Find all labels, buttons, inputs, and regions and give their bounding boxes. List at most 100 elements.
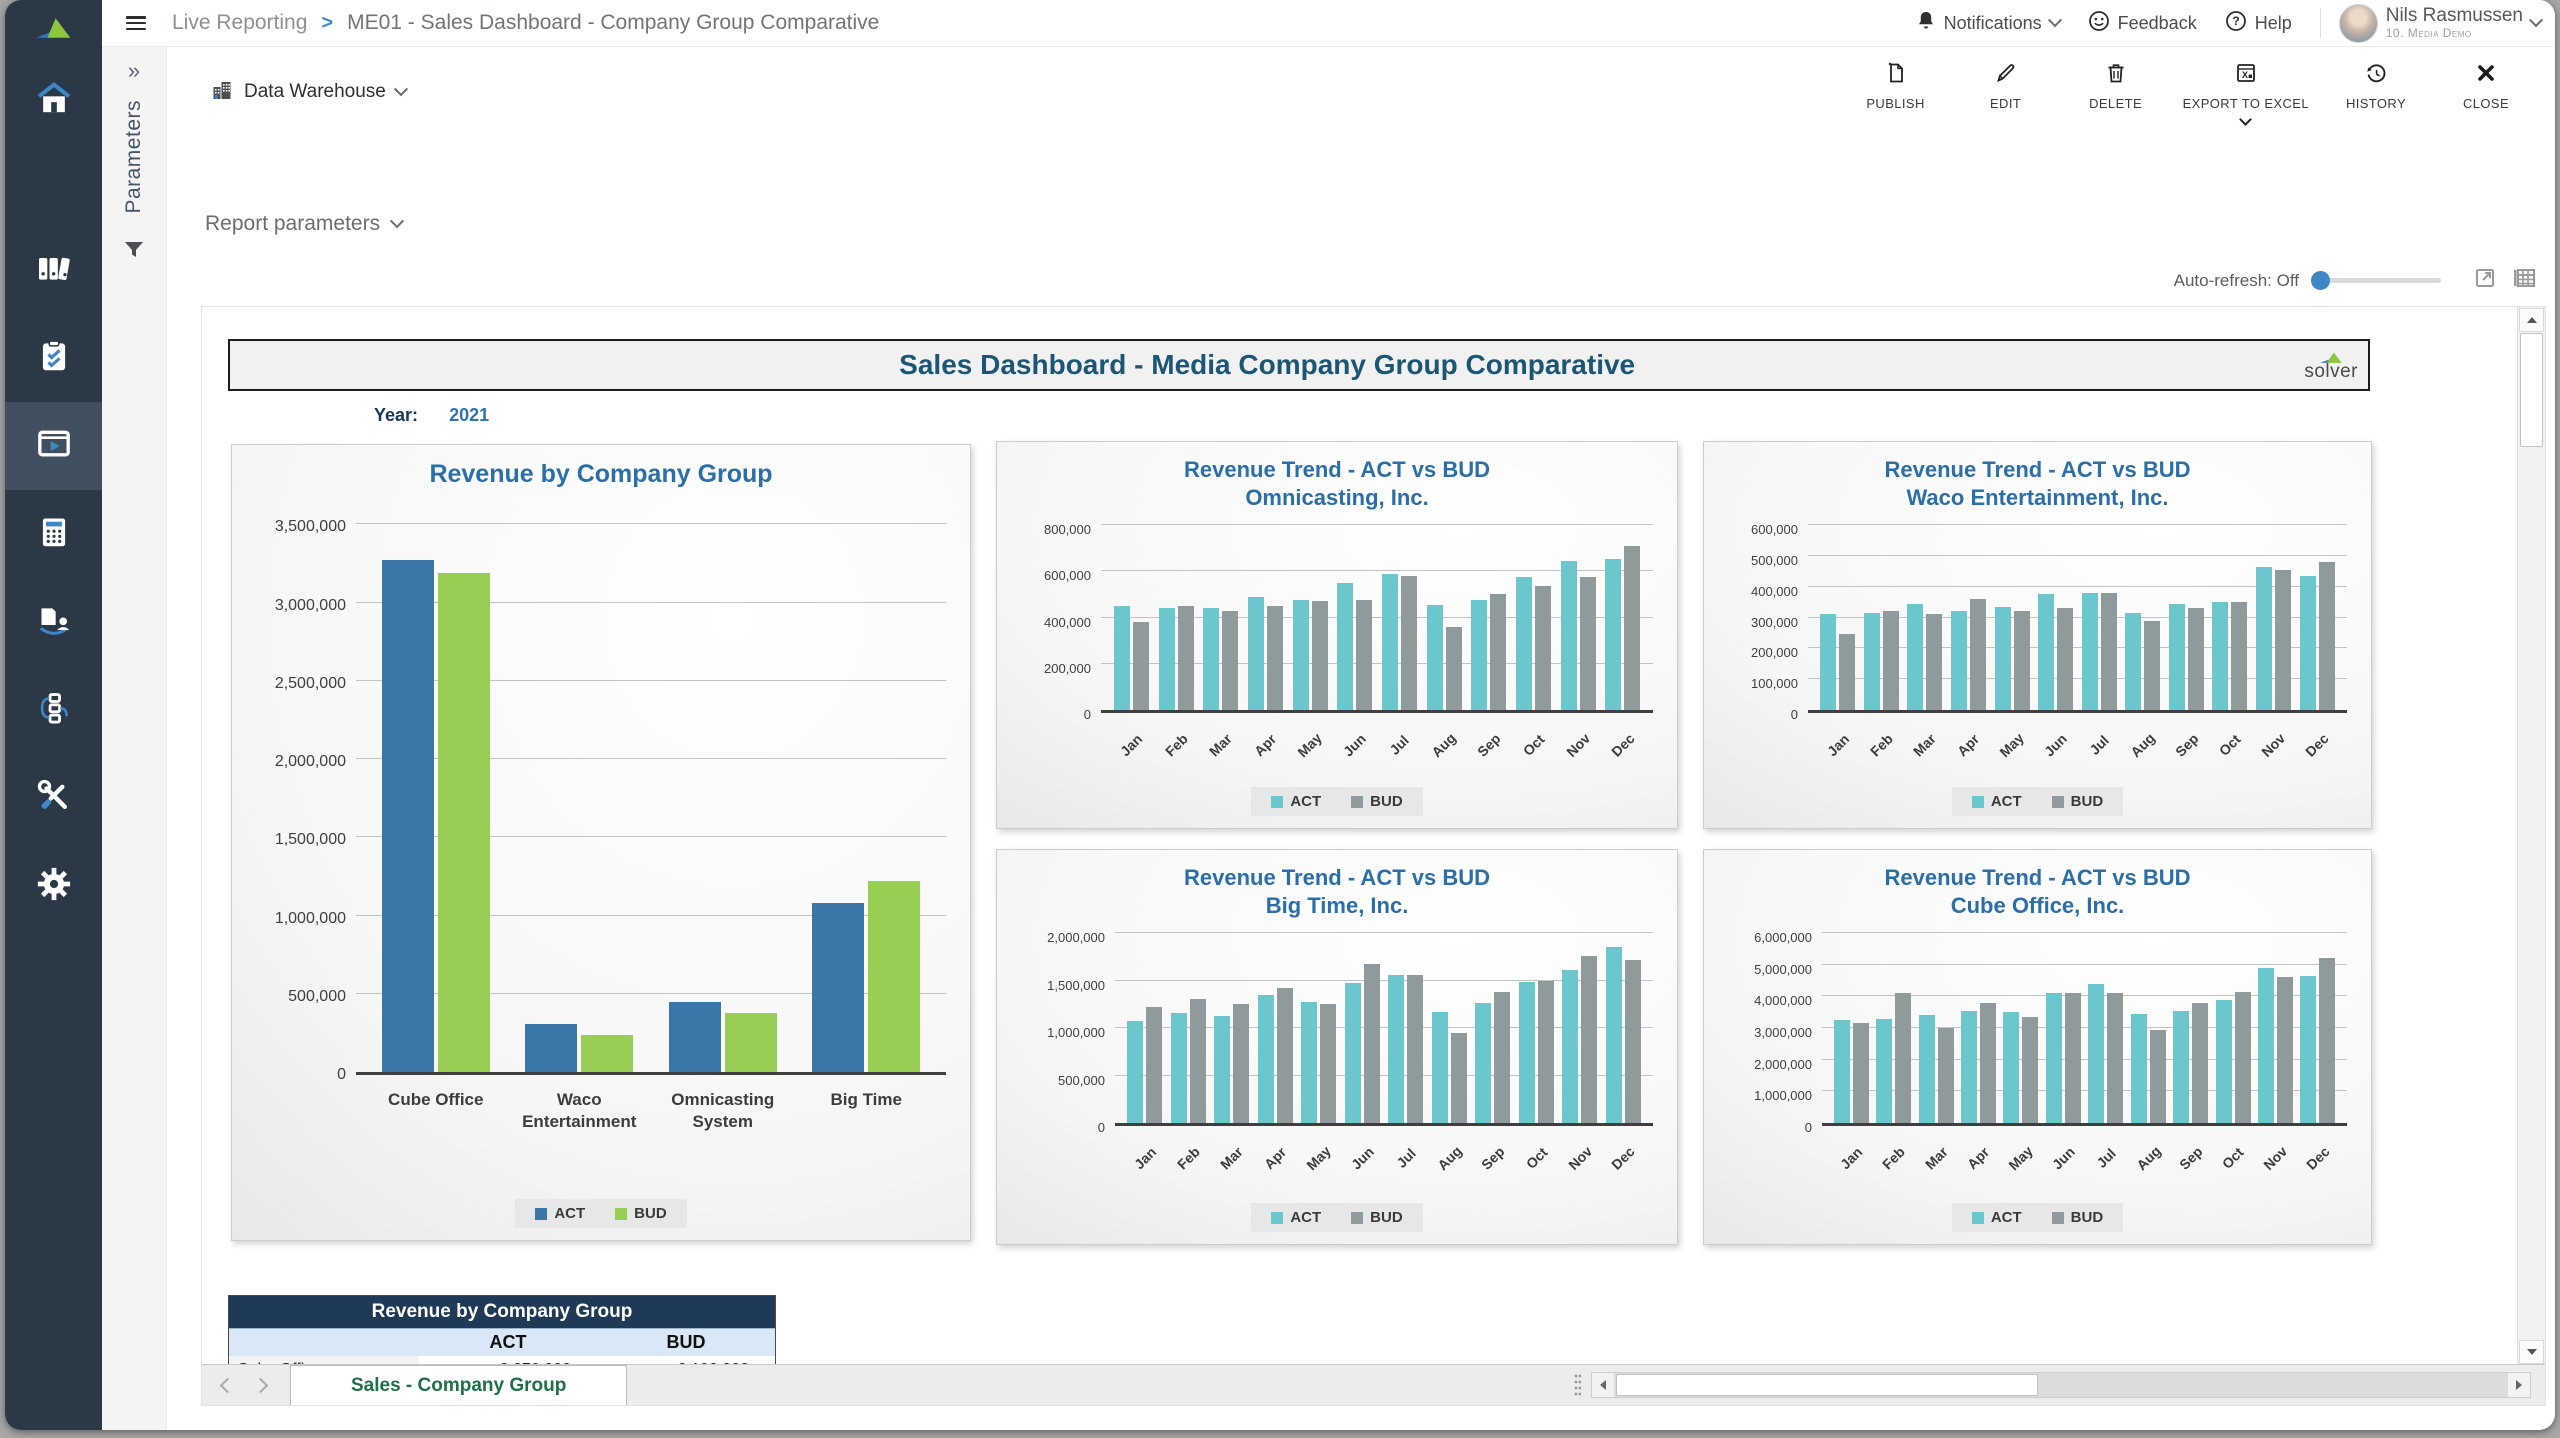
vertical-scrollbar[interactable] <box>2517 307 2545 1365</box>
svg-text:X: X <box>2242 70 2248 80</box>
sidebar-item-integrations[interactable] <box>5 666 102 754</box>
y-tick-label: 800,000 <box>1044 522 1091 537</box>
y-tick-label: 5,000,000 <box>1754 962 1812 977</box>
bar-act <box>1471 600 1487 710</box>
legend-label: BUD <box>1370 793 1403 810</box>
bar-bud <box>1895 993 1911 1123</box>
table-header-bud: BUD <box>597 1329 775 1356</box>
hamburger-menu-icon[interactable] <box>126 16 146 30</box>
bar-bud <box>1277 988 1293 1123</box>
bar-act <box>1258 995 1274 1123</box>
x-slot: Jul <box>2077 721 2121 779</box>
bar-act <box>1907 604 1923 710</box>
scroll-right-button[interactable] <box>2508 1373 2530 1397</box>
delete-button[interactable]: DELETE <box>2065 55 2167 117</box>
bar-act <box>2258 968 2274 1123</box>
x-tick-label: Nov <box>1565 1143 1595 1173</box>
help-button[interactable]: ? Help <box>2215 10 2302 37</box>
grid-view-icon[interactable] <box>2511 266 2537 295</box>
fit-to-window-icon[interactable] <box>2473 266 2497 295</box>
report-parameters-toggle[interactable]: Report parameters <box>205 212 402 236</box>
bar-group <box>1377 574 1422 710</box>
history-button[interactable]: HISTORY <box>2325 55 2427 117</box>
x-tick-label: Jun <box>1348 1144 1377 1173</box>
splitter-grip[interactable] <box>1574 1373 1581 1397</box>
x-slot: Jan <box>1123 1134 1167 1192</box>
x-tick-label: Oct <box>1522 1144 1550 1172</box>
sidebar-item-settings[interactable] <box>5 842 102 930</box>
feedback-button[interactable]: Feedback <box>2078 10 2207 37</box>
export-to-excel-button[interactable]: X EXPORT TO EXCEL <box>2175 55 2317 130</box>
auto-refresh-slider[interactable] <box>2313 278 2441 283</box>
scroll-down-button[interactable] <box>2519 1340 2544 1364</box>
notifications-button[interactable]: Notifications <box>1906 10 2070 37</box>
sidebar-item-data-sync[interactable] <box>5 578 102 666</box>
user-menu-chevron-icon[interactable] <box>2529 13 2543 27</box>
year-label: Year: <box>374 405 418 425</box>
horizontal-scrollbar[interactable] <box>1591 1372 2531 1398</box>
bar-act <box>2300 976 2316 1123</box>
legend-item: BUD <box>1351 793 1403 810</box>
horizontal-scrollbar-thumb[interactable] <box>1616 1374 2038 1396</box>
filter-funnel-icon[interactable] <box>123 240 145 265</box>
close-icon <box>2474 61 2498 90</box>
bar-act <box>1562 970 1578 1123</box>
sheet-tab-sales-company-group[interactable]: Sales - Company Group <box>290 1365 627 1405</box>
scroll-up-button[interactable] <box>2519 308 2544 332</box>
breadcrumb-root[interactable]: Live Reporting <box>172 11 307 35</box>
y-tick-label: 0 <box>1805 1120 1812 1135</box>
sidebar-item-admin-tools[interactable] <box>5 754 102 842</box>
delete-label: DELETE <box>2089 96 2142 111</box>
bar-group <box>1297 1002 1341 1123</box>
publish-button[interactable]: PUBLISH <box>1845 55 1947 117</box>
sidebar-item-reporting[interactable] <box>5 402 102 490</box>
bar-bud <box>1364 964 1380 1123</box>
bar-bud <box>2235 992 2251 1123</box>
sidebar-item-assignments[interactable] <box>5 314 102 402</box>
legend-item: ACT <box>1972 793 2022 810</box>
x-slot: Jan <box>1830 1134 1872 1192</box>
y-axis: 01,000,0002,000,0003,000,0004,000,0005,0… <box>1710 933 1822 1127</box>
y-axis: 0100,000200,000300,000400,000500,000600,… <box>1710 525 1808 714</box>
x-tick-label: Dec <box>2302 730 2331 759</box>
x-tick-label: May <box>1997 730 2028 761</box>
publish-icon <box>1884 61 1908 90</box>
x-tick-label: Jun <box>2041 731 2070 760</box>
x-tick-label: Apr <box>1964 1144 1992 1172</box>
bar-group <box>2212 992 2254 1123</box>
bar-act <box>1159 608 1175 710</box>
close-button[interactable]: CLOSE <box>2435 55 2537 117</box>
sidebar <box>5 0 102 1430</box>
x-slot: Sep <box>2165 721 2209 779</box>
data-source-selector[interactable]: Data Warehouse <box>210 78 406 107</box>
x-slot: Jun <box>1332 721 1377 779</box>
x-slot: Aug <box>2127 1134 2169 1192</box>
x-tick-label: Nov <box>2259 730 2289 760</box>
vertical-scrollbar-thumb[interactable] <box>2520 333 2543 447</box>
bar-group <box>1428 1012 1472 1123</box>
next-sheet-icon[interactable] <box>253 1377 269 1393</box>
sidebar-item-budgeting[interactable] <box>5 490 102 578</box>
sidebar-item-archives[interactable] <box>5 226 102 314</box>
x-tick-label: Mar <box>1910 731 1939 760</box>
scroll-left-button[interactable] <box>1592 1373 1614 1397</box>
user-avatar[interactable] <box>2339 4 2378 43</box>
bar-bud <box>2231 602 2247 710</box>
edit-button[interactable]: EDIT <box>1955 55 2057 117</box>
user-menu[interactable]: Nils Rasmussen 10. Media Demo <box>2386 6 2523 40</box>
bar-bud <box>1938 1028 1954 1123</box>
solver-logo-icon[interactable] <box>5 0 102 56</box>
bar-bud <box>1320 1004 1336 1123</box>
slider-knob[interactable] <box>2311 271 2330 290</box>
bar-bud <box>581 1035 633 1073</box>
bar-group <box>508 1024 652 1073</box>
expand-parameters-icon[interactable]: » <box>128 58 140 84</box>
bar-bud <box>1451 1033 1467 1123</box>
bar-act <box>2212 602 2228 710</box>
sidebar-item-home[interactable] <box>5 56 102 144</box>
tools-icon <box>34 776 74 821</box>
previous-sheet-icon[interactable] <box>220 1377 236 1393</box>
top-header: Live Reporting > ME01 - Sales Dashboard … <box>102 0 2555 47</box>
table-title: Revenue by Company Group <box>229 1296 775 1328</box>
legend-label: BUD <box>1370 1209 1403 1226</box>
